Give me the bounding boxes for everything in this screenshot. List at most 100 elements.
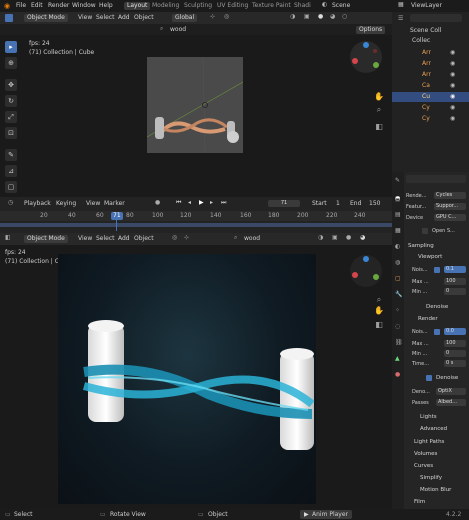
mode-dropdown-bottom[interactable]: Object Mode bbox=[24, 235, 68, 243]
tool-tab-icon[interactable]: ✎ bbox=[395, 178, 400, 184]
menu-edit[interactable]: Edit bbox=[31, 3, 43, 9]
sampling-panel-header[interactable]: Sampling bbox=[408, 243, 434, 250]
outliner-item[interactable]: Cy bbox=[422, 105, 430, 111]
visibility-eye-icon[interactable]: ◉ bbox=[450, 94, 455, 100]
overlay-icon[interactable]: ◑ bbox=[318, 235, 323, 241]
hand-pan-icon[interactable]: ✋ bbox=[374, 91, 384, 101]
view-layer-name[interactable]: ViewLayer bbox=[411, 3, 442, 9]
timeline-menu-marker[interactable]: Marker bbox=[104, 201, 125, 207]
vp-menu-object[interactable]: Object bbox=[134, 15, 154, 21]
lights-panel-header[interactable]: Lights bbox=[420, 414, 437, 421]
editor-type-icon[interactable]: ◧ bbox=[5, 235, 11, 241]
tab-layout[interactable]: Layout bbox=[124, 2, 151, 10]
vp-noise-checkbox[interactable] bbox=[434, 267, 440, 273]
vp-menu-select[interactable]: Select bbox=[96, 15, 115, 21]
hand-pan-icon[interactable]: ✋ bbox=[374, 305, 384, 315]
playhead-line[interactable] bbox=[116, 219, 117, 231]
passes-dropdown[interactable]: Albed... bbox=[436, 399, 466, 406]
visibility-eye-icon[interactable]: ◉ bbox=[450, 105, 455, 111]
view-layer-tab-icon[interactable]: ▦ bbox=[395, 228, 401, 234]
shading-material-icon[interactable]: ◕ bbox=[330, 14, 335, 20]
tool-rotate-icon[interactable]: ↻ bbox=[5, 95, 17, 107]
tab-texture-paint[interactable]: Texture Paint bbox=[252, 3, 291, 9]
r-time-field[interactable]: 0 s bbox=[444, 360, 466, 367]
view-layer-icon[interactable]: ▦ bbox=[398, 2, 404, 8]
constraints-tab-icon[interactable]: ⛓ bbox=[395, 340, 403, 346]
vp2-menu-view[interactable]: View bbox=[78, 236, 92, 242]
options-button[interactable]: Options bbox=[356, 26, 386, 34]
menu-help[interactable]: Help bbox=[99, 3, 113, 9]
outliner-item[interactable]: Arr bbox=[422, 61, 431, 67]
object-tab-icon[interactable]: ▢ bbox=[395, 276, 401, 282]
output-tab-icon[interactable]: ▤ bbox=[395, 212, 401, 218]
scene-icon[interactable]: ◐ bbox=[322, 2, 327, 8]
outliner-search-input[interactable] bbox=[410, 14, 462, 22]
outliner-editor-icon[interactable]: ☰ bbox=[398, 16, 403, 22]
next-key-icon[interactable]: ▸ bbox=[210, 200, 213, 206]
shading-solid-icon[interactable]: ● bbox=[346, 235, 351, 241]
navigation-gizmo-bottom[interactable] bbox=[348, 253, 384, 289]
camera-view-icon[interactable]: ◧ bbox=[374, 121, 384, 131]
advanced-panel-header[interactable]: Advanced bbox=[420, 426, 447, 433]
feature-set-dropdown[interactable]: Suppor... bbox=[434, 203, 466, 210]
r-min-field[interactable]: 0 bbox=[444, 350, 466, 357]
visibility-eye-icon[interactable]: ◉ bbox=[450, 50, 455, 56]
viewport-top[interactable]: fps: 24 (71) Collection | Cube ▸ ⊕ ✥ ↻ ⤢… bbox=[0, 35, 392, 197]
tool-move-icon[interactable]: ✥ bbox=[5, 79, 17, 91]
prev-key-icon[interactable]: ◂ bbox=[188, 200, 191, 206]
tool-cursor-icon[interactable]: ⊕ bbox=[5, 57, 17, 69]
light-paths-panel-header[interactable]: Light Paths bbox=[414, 439, 444, 446]
outliner-item[interactable]: Cy bbox=[422, 116, 430, 122]
r-max-field[interactable]: 100 bbox=[444, 340, 466, 347]
jump-end-icon[interactable]: ⏭ bbox=[221, 200, 226, 206]
render-subpanel-header[interactable]: Render bbox=[418, 316, 438, 323]
world-tab-icon[interactable]: ◍ bbox=[395, 260, 400, 266]
end-field[interactable]: 150 bbox=[369, 201, 380, 207]
volumes-panel-header[interactable]: Volumes bbox=[414, 451, 437, 458]
start-field[interactable]: 1 bbox=[336, 201, 340, 207]
menu-file[interactable]: File bbox=[16, 3, 26, 9]
vp-menu-add[interactable]: Add bbox=[118, 15, 130, 21]
render-engine-dropdown[interactable]: Cycles bbox=[434, 192, 466, 199]
outliner-item[interactable]: Ca bbox=[422, 83, 430, 89]
zoom-icon[interactable]: ⌕ bbox=[374, 105, 384, 115]
snap-icon[interactable]: ⊹ bbox=[184, 235, 189, 241]
orientation-dropdown[interactable]: Global bbox=[172, 14, 198, 22]
vp-denoise-header[interactable]: Denoise bbox=[426, 304, 448, 311]
outliner-item-selected[interactable]: Cu bbox=[422, 94, 430, 100]
shading-solid-icon[interactable]: ● bbox=[318, 14, 323, 20]
proportional-icon[interactable]: ◎ bbox=[224, 14, 229, 20]
vp-noise-field[interactable]: 0.1 bbox=[444, 266, 466, 273]
timeline-editor-icon[interactable]: ◷ bbox=[8, 200, 13, 206]
menu-render[interactable]: Render bbox=[48, 3, 69, 9]
xray-icon[interactable]: ▣ bbox=[332, 235, 338, 241]
tab-uv-editing[interactable]: UV Editing bbox=[217, 3, 248, 9]
tool-scale-icon[interactable]: ⤢ bbox=[5, 111, 17, 123]
play-icon[interactable]: ▶ bbox=[199, 200, 204, 206]
visibility-eye-icon[interactable]: ◉ bbox=[450, 72, 455, 78]
timeline-menu-playback[interactable]: Playback bbox=[24, 201, 51, 207]
outliner-item[interactable]: Arr bbox=[422, 50, 431, 56]
tool-transform-icon[interactable]: ⊡ bbox=[5, 127, 17, 139]
timeline-menu-view[interactable]: View bbox=[86, 201, 100, 207]
visibility-eye-icon[interactable]: ◉ bbox=[450, 83, 455, 89]
r-denoise-label[interactable]: Denoise bbox=[436, 375, 458, 382]
properties-search-input[interactable] bbox=[406, 175, 466, 183]
menu-window[interactable]: Window bbox=[72, 3, 96, 9]
render-tab-icon[interactable]: ◓ bbox=[395, 196, 401, 202]
particles-tab-icon[interactable]: ⁘ bbox=[395, 308, 400, 314]
shading-rendered-icon[interactable]: ◕ bbox=[360, 235, 365, 241]
tool-add-cube-icon[interactable]: ▢ bbox=[5, 181, 17, 193]
timeline-menu-keying[interactable]: Keying bbox=[56, 201, 76, 207]
select-box-icon[interactable] bbox=[5, 14, 13, 22]
pivot-icon[interactable]: ◎ bbox=[172, 235, 177, 241]
viewport-bottom[interactable]: fps: 24 (71) Collection | Cube ⌕ ✋ ◧ bbox=[0, 245, 392, 509]
film-panel-header[interactable]: Film bbox=[414, 499, 425, 506]
viewport-top-search[interactable]: wood bbox=[170, 27, 186, 33]
camera-view-icon[interactable]: ◧ bbox=[374, 319, 384, 329]
vp2-menu-object[interactable]: Object bbox=[134, 236, 154, 242]
visibility-eye-icon[interactable]: ◉ bbox=[450, 61, 455, 67]
viewport-bottom-search[interactable]: wood bbox=[244, 236, 260, 242]
vp-max-field[interactable]: 100 bbox=[444, 278, 466, 285]
scene-name[interactable]: Scene bbox=[332, 3, 350, 9]
